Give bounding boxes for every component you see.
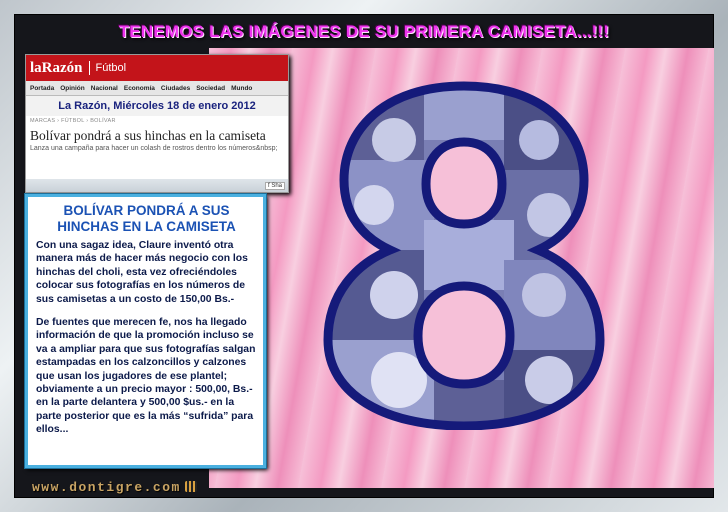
photo-strip xyxy=(26,179,288,192)
newspaper-section: Fútbol xyxy=(95,62,127,74)
face-shape xyxy=(354,185,394,225)
face-shape xyxy=(519,120,559,160)
site-watermark: www.dontigre.com xyxy=(32,480,197,495)
nav-item: Ciudades xyxy=(160,84,191,92)
nav-item: Portada xyxy=(30,84,55,92)
nav-item: Mundo xyxy=(231,84,253,92)
newspaper-nav: Portada Opinión Nacional Economía Ciudad… xyxy=(26,81,288,96)
nav-item: Nacional xyxy=(90,84,118,92)
tiger-icon xyxy=(184,481,197,492)
newspaper-date: La Razón, Miércoles 18 de enero 2012 xyxy=(26,96,288,116)
news-subheadline: Lanza una campaña para hacer un colash d… xyxy=(30,145,278,152)
header-divider xyxy=(88,61,90,75)
article-box: BOLÍVAR PONDRÁ A SUS HINCHAS EN LA CAMIS… xyxy=(25,194,266,468)
article-paragraph: Con una sagaz idea, Claure inventó otra … xyxy=(36,240,248,305)
headline-banner: TENEMOS LAS IMÁGENES DE SU PRIMERA CAMIS… xyxy=(118,22,610,41)
nav-item: Opinión xyxy=(60,84,85,92)
collage-tile xyxy=(504,260,600,350)
collage-tile xyxy=(424,220,514,290)
face-shape xyxy=(372,118,416,162)
face-shape xyxy=(522,273,566,317)
newspaper-clipping: laRazón Fútbol Portada Opinión Nacional … xyxy=(25,54,289,193)
nav-item: Sociedad xyxy=(196,84,226,92)
nav-item: Economía xyxy=(123,84,155,92)
face-shape xyxy=(370,271,418,319)
watermark-text: www.dontigre.com xyxy=(32,480,181,495)
breadcrumb: MARCAS › FÚTBOL › BOLÍVAR xyxy=(30,118,116,124)
frame-inner: TENEMOS LAS IMÁGENES DE SU PRIMERA CAMIS… xyxy=(14,14,714,498)
article-paragraph: De fuentes que merecen fe, nos ha llegad… xyxy=(36,317,256,436)
newspaper-logo: laRazón xyxy=(30,59,83,76)
number-eight-collage xyxy=(323,81,605,430)
article-title: BOLÍVAR PONDRÁ A SUS HINCHAS EN LA CAMIS… xyxy=(57,203,236,234)
newspaper-header: laRazón Fútbol xyxy=(26,55,288,81)
picture-frame: TENEMOS LAS IMÁGENES DE SU PRIMERA CAMIS… xyxy=(0,0,728,512)
news-headline: Bolívar pondrá a sus hinchas en la camis… xyxy=(30,128,266,143)
share-button: f Sha xyxy=(264,182,285,190)
